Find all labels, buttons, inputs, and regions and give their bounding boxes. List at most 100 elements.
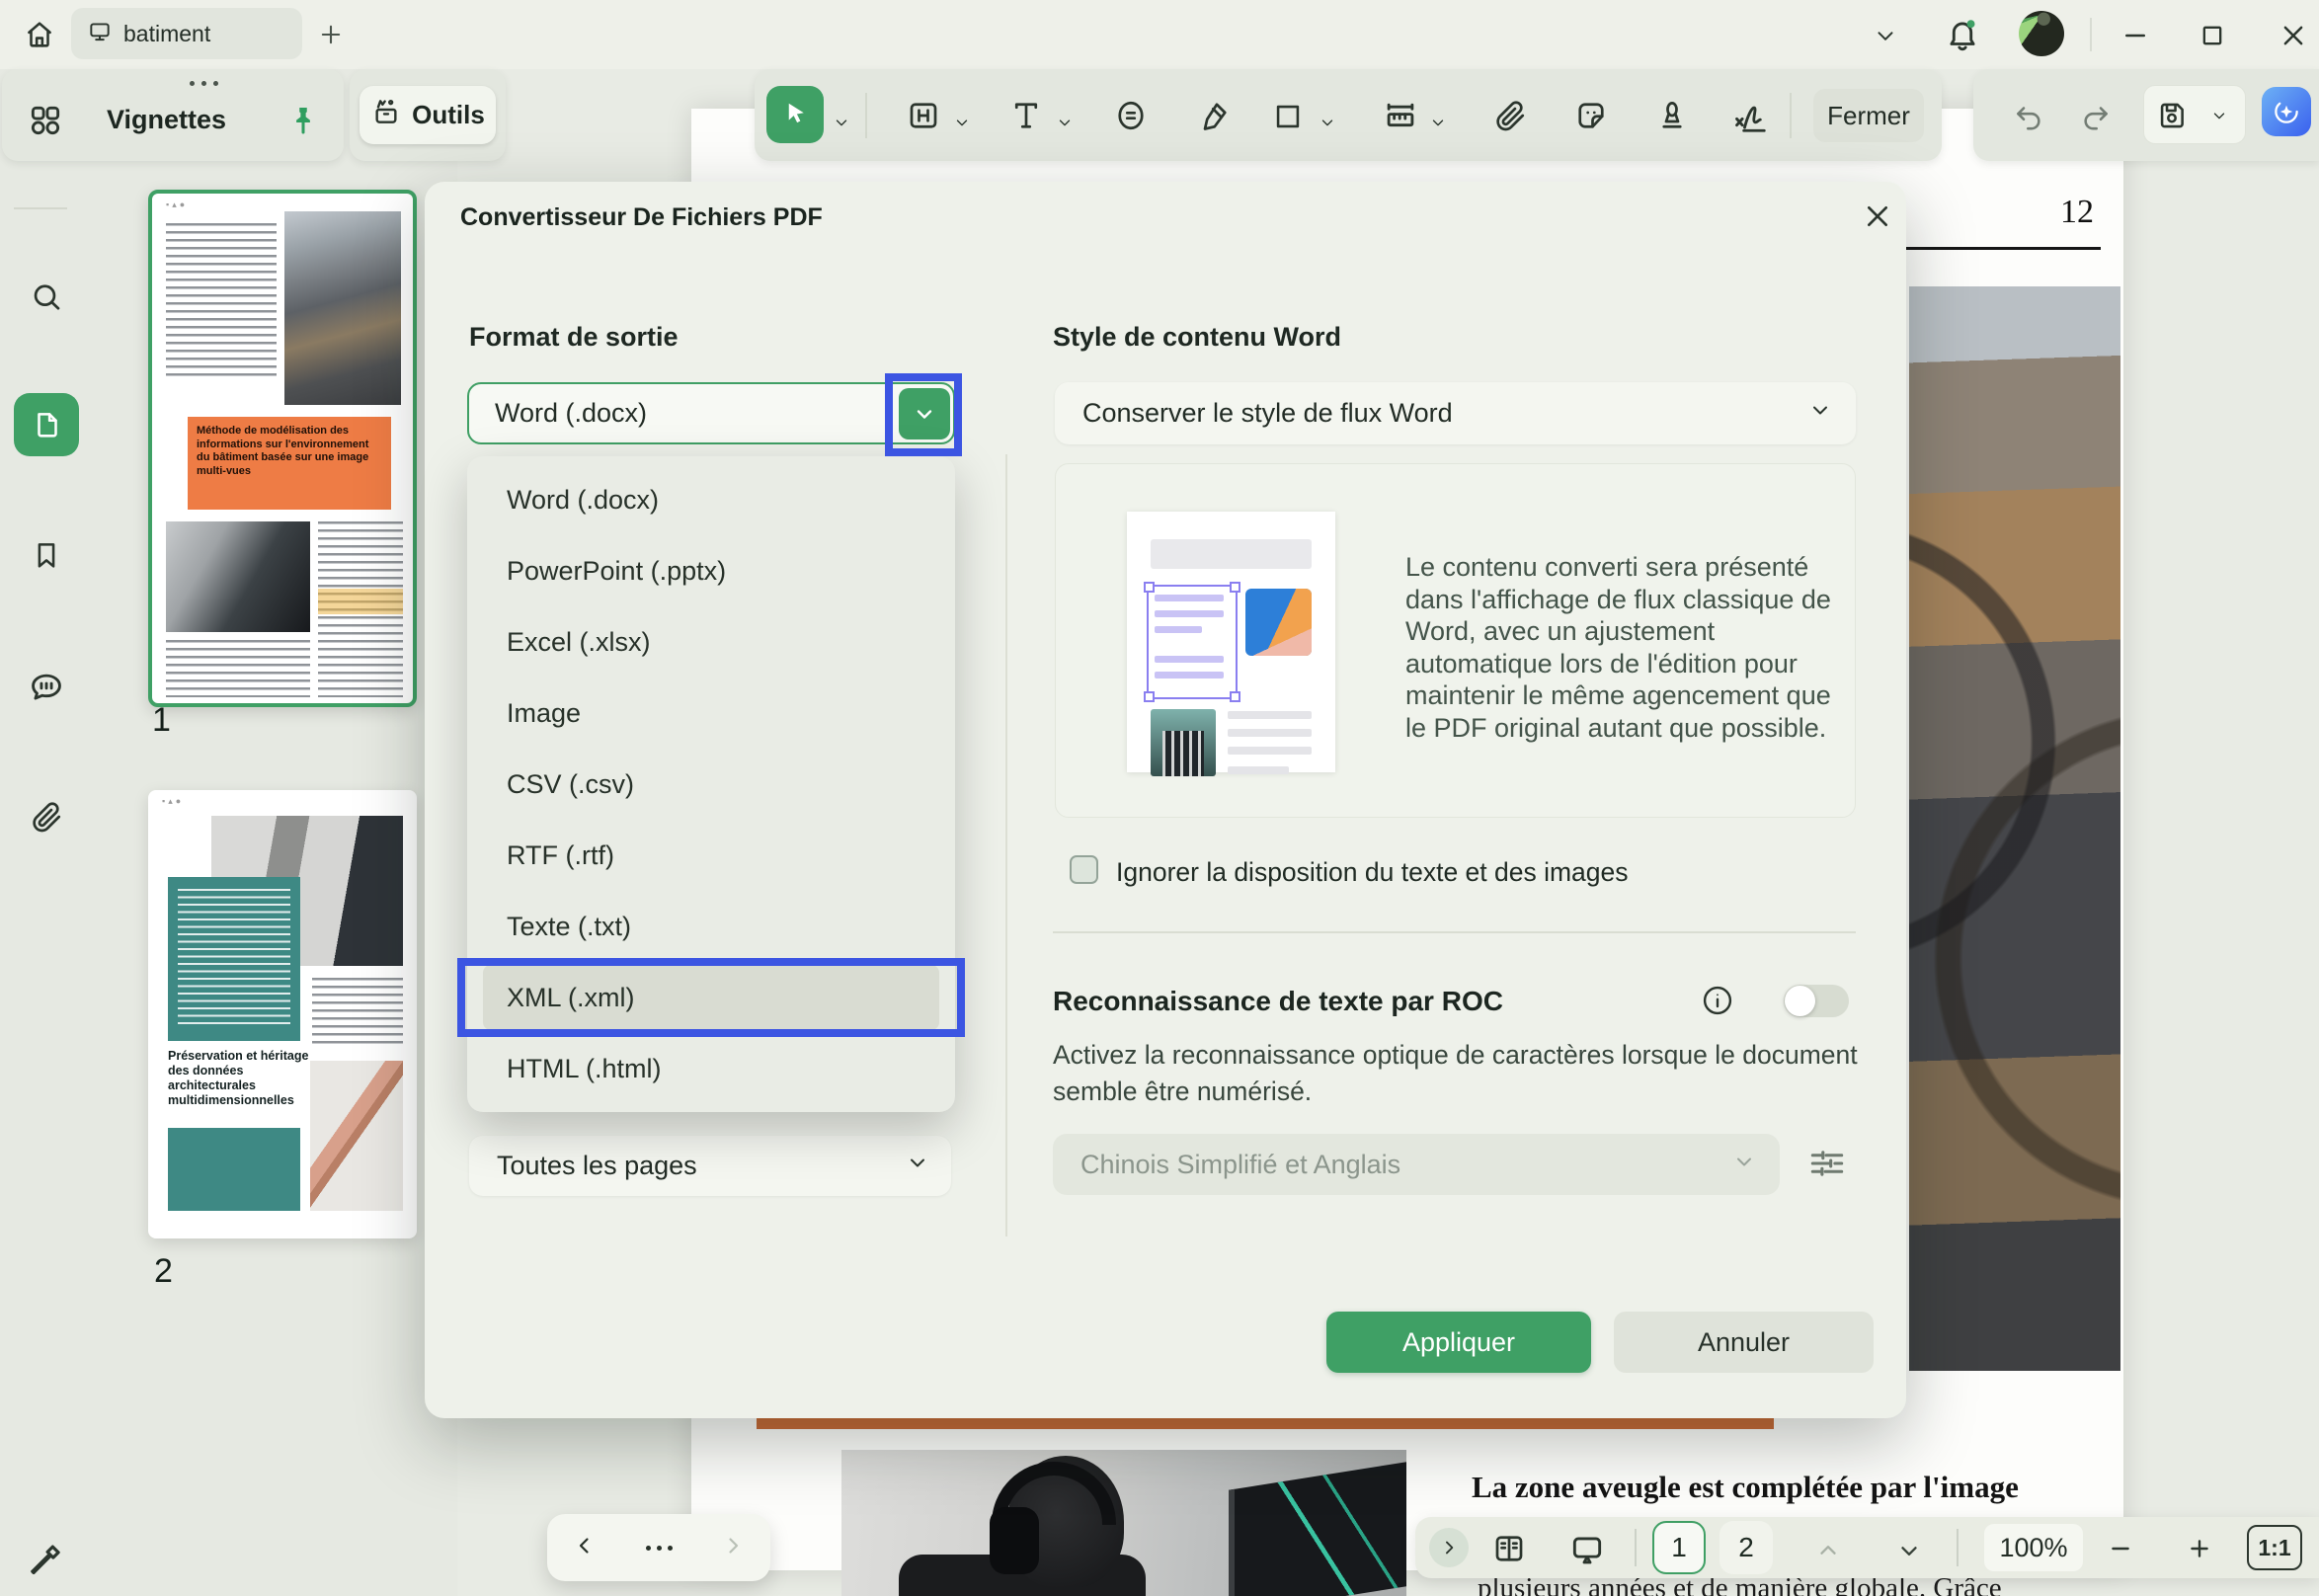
word-style-value: Conserver le style de flux Word	[1082, 398, 1453, 429]
highlighter-tool-icon[interactable]	[1195, 97, 1233, 134]
undo-icon[interactable]	[2011, 99, 2046, 134]
page-range-select[interactable]: Toutes les pages	[469, 1136, 951, 1196]
presentation-mode-icon[interactable]	[1567, 1530, 1607, 1569]
more-pages-icon[interactable]	[646, 1546, 673, 1551]
dialog-close-icon[interactable]	[1859, 198, 1896, 235]
toolbar-divider	[865, 93, 867, 138]
stamp-tool-icon[interactable]	[1653, 97, 1691, 134]
page-thumbnail-1[interactable]: ▪▴● Méthode de modélisation des informat…	[148, 190, 417, 707]
close-window-icon[interactable]	[2278, 20, 2309, 51]
thumb2-teal-block	[168, 877, 300, 1041]
info-icon[interactable]	[1699, 982, 1736, 1019]
format-option[interactable]: Texte (.txt)	[467, 891, 955, 962]
format-option[interactable]: RTF (.rtf)	[467, 820, 955, 891]
page-thumbnail-2[interactable]: ▪▴● Préservation et héritage des données…	[148, 790, 417, 1238]
actual-size-button[interactable]: 1:1	[2247, 1525, 2302, 1570]
ai-assistant-button[interactable]	[2262, 87, 2311, 136]
text-lines-placeholder	[166, 640, 310, 697]
ignore-layout-label: Ignorer la disposition du texte et des i…	[1116, 857, 1629, 888]
ocr-settings-sliders-icon[interactable]	[1803, 1138, 1851, 1189]
comment-icon[interactable]	[27, 668, 66, 707]
attachment-tool-icon[interactable]	[1491, 97, 1529, 134]
chevron-down-icon[interactable]	[1055, 113, 1075, 132]
chevron-down-icon[interactable]	[1428, 113, 1448, 132]
chevron-down-icon[interactable]	[952, 113, 972, 132]
thumb2-title: Préservation et héritage des données arc…	[168, 1049, 324, 1108]
chevron-down-icon[interactable]	[1871, 24, 1900, 47]
format-option[interactable]: HTML (.html)	[467, 1033, 955, 1104]
format-select-value: Word (.docx)	[495, 398, 647, 429]
sticker-tool-icon[interactable]	[1572, 97, 1610, 134]
next-page-icon[interactable]	[721, 1534, 745, 1562]
statusbar-divider	[1957, 1529, 1959, 1566]
word-style-select[interactable]: Conserver le style de flux Word	[1055, 382, 1856, 444]
ocr-toggle-off[interactable]	[1784, 985, 1849, 1017]
pin-icon[interactable]	[286, 103, 320, 142]
select-tool-button[interactable]	[766, 86, 824, 143]
page-nav-popup	[547, 1514, 770, 1581]
heading-tool-icon[interactable]	[905, 97, 942, 134]
minimize-icon[interactable]	[2119, 20, 2151, 51]
signature-tool-icon[interactable]	[1728, 97, 1772, 136]
page-1-button[interactable]: 1	[1652, 1521, 1706, 1574]
new-tab-icon[interactable]	[316, 20, 346, 49]
chevron-up-icon[interactable]	[1814, 1537, 1842, 1564]
prev-page-icon[interactable]	[573, 1534, 597, 1562]
zoom-level[interactable]: 100%	[1984, 1524, 2083, 1571]
chevron-down-icon	[2209, 106, 2229, 125]
panel-header-card: Vignettes	[2, 69, 344, 161]
ocr-language-select-disabled[interactable]: Chinois Simplifié et Anglais	[1053, 1134, 1780, 1195]
format-option[interactable]: Word (.docx)	[467, 464, 955, 535]
document-icon[interactable]	[30, 407, 65, 442]
format-section-label: Format de sortie	[469, 322, 679, 353]
comment-tool-icon[interactable]	[1112, 97, 1150, 134]
view-status-bar: 1 2 100% 1:1	[1415, 1517, 2319, 1578]
page-2-button[interactable]: 2	[1719, 1521, 1773, 1574]
zoom-out-icon[interactable]	[2107, 1535, 2134, 1562]
format-select[interactable]: Word (.docx)	[467, 382, 955, 444]
collapse-bar-icon[interactable]	[1429, 1528, 1469, 1567]
shape-tool-icon[interactable]	[1270, 99, 1306, 134]
format-dropdown-menu: Word (.docx)PowerPoint (.pptx)Excel (.xl…	[467, 456, 955, 1112]
format-option[interactable]: PowerPoint (.pptx)	[467, 535, 955, 606]
style-description: Le contenu converti sera présenté dans l…	[1405, 551, 1848, 744]
style-section-label: Style de contenu Word	[1053, 322, 1341, 353]
maximize-icon[interactable]	[2197, 20, 2228, 51]
thumb1-architecture-photo	[284, 211, 401, 405]
zoom-in-icon[interactable]	[2186, 1535, 2213, 1562]
search-icon[interactable]	[28, 279, 65, 316]
format-option[interactable]: Excel (.xlsx)	[467, 606, 955, 678]
main-toolbar: Fermer	[755, 69, 1942, 161]
redo-icon[interactable]	[2078, 99, 2114, 134]
tools-button[interactable]: Outils	[360, 86, 496, 144]
pen-tool-icon[interactable]	[24, 1537, 67, 1580]
close-tools-button[interactable]: Fermer	[1813, 89, 1924, 142]
bookmark-icon[interactable]	[29, 537, 64, 573]
notifications-bell-icon[interactable]	[1942, 14, 1983, 55]
paperclip-icon[interactable]	[28, 798, 65, 836]
format-option[interactable]: CSV (.csv)	[467, 749, 955, 820]
avatar[interactable]	[2019, 11, 2064, 56]
format-option-highlighted[interactable]: XML (.xml)	[467, 962, 955, 1033]
save-button-group[interactable]	[2143, 85, 2246, 144]
text-tool-icon[interactable]	[1007, 97, 1045, 134]
cancel-button[interactable]: Annuler	[1614, 1312, 1874, 1373]
two-page-view-icon[interactable]	[1490, 1530, 1528, 1567]
app-window: 12 La zone aveugle est complétée par l'i…	[0, 0, 2319, 1596]
style-preview-card: Le contenu converti sera présenté dans l…	[1055, 463, 1856, 818]
panel-drag-handle[interactable]	[190, 81, 218, 86]
grid-apps-icon[interactable]	[26, 101, 65, 140]
home-icon[interactable]	[20, 15, 59, 54]
chevron-down-icon	[1732, 1150, 1756, 1180]
chevron-down-icon[interactable]	[1318, 113, 1337, 132]
chevron-down-icon[interactable]	[1895, 1537, 1923, 1564]
tab-batiment[interactable]: batiment	[71, 8, 302, 59]
format-option[interactable]: Image	[467, 678, 955, 749]
tools-card: Outils	[350, 69, 506, 161]
apply-button[interactable]: Appliquer	[1326, 1312, 1591, 1373]
ignore-layout-checkbox[interactable]	[1070, 855, 1098, 884]
thumbnail-2-label: 2	[154, 1252, 173, 1291]
chevron-down-icon[interactable]	[832, 113, 851, 132]
text-lines-placeholder	[178, 889, 290, 1029]
measure-tool-icon[interactable]	[1381, 97, 1420, 136]
